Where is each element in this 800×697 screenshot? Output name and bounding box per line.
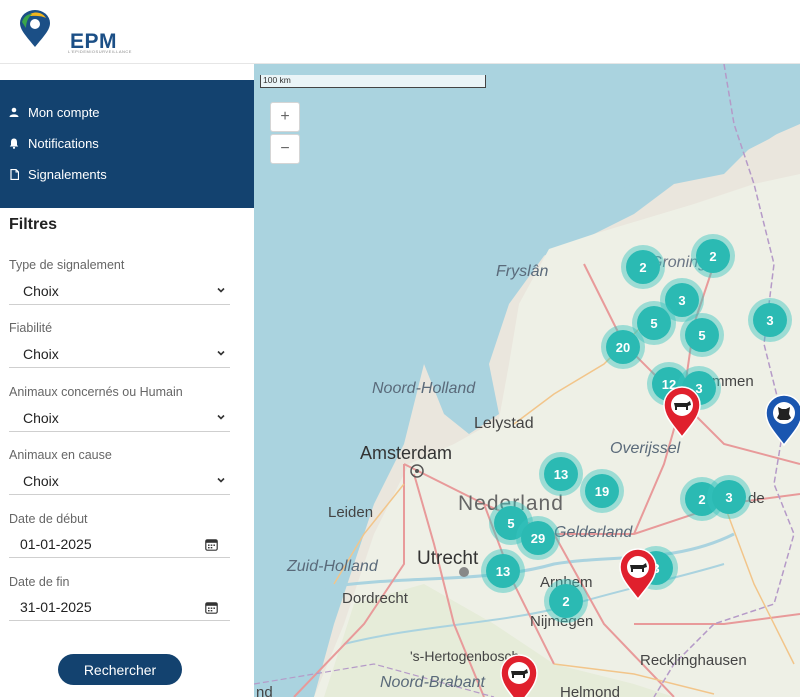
map-cluster[interactable]: 13 (539, 452, 583, 496)
cluster-count: 20 (606, 330, 640, 364)
bell-icon (8, 137, 20, 149)
date-debut-label: Date de début (9, 512, 88, 526)
select-value: Choix (23, 409, 59, 426)
nav-item-mon-compte[interactable]: Mon compte (8, 101, 100, 123)
date-value: 01-01-2025 (20, 535, 92, 552)
calendar-icon[interactable] (205, 538, 218, 551)
place-label-leiden: Leiden (328, 504, 374, 521)
animaux-concernes-label: Animaux concernés ou Humain (9, 385, 183, 399)
select-value: Choix (23, 345, 59, 362)
filters-title: Filtres (9, 216, 58, 233)
place-label-fryslan: Fryslân (496, 263, 549, 280)
place-label-utrecht: Utrecht (417, 548, 479, 569)
logo-pin-icon (20, 10, 50, 47)
place-label-nd: nd (256, 684, 273, 697)
fiabilite-label: Fiabilité (9, 321, 53, 335)
document-icon (8, 168, 20, 180)
place-label-noord-holland: Noord-Holland (372, 380, 476, 397)
map-view[interactable]: 100 km + − Fryslân Groningen Noord-Holla… (254, 64, 800, 697)
cluster-count: 2 (626, 250, 660, 284)
date-fin-input[interactable]: 31-01-2025 (9, 593, 230, 621)
place-label-recklinghausen: Recklinghausen (640, 652, 747, 669)
cluster-count: 13 (486, 554, 520, 588)
chevron-down-icon (217, 414, 225, 420)
cluster-count: 5 (685, 318, 719, 352)
type-signalement-select[interactable]: Choix (9, 277, 230, 305)
select-value: Choix (23, 282, 59, 299)
date-debut-input[interactable]: 01-01-2025 (9, 530, 230, 558)
cluster-count: 5 (637, 306, 671, 340)
map-cluster[interactable]: 20 (601, 325, 645, 369)
place-label-overijssel: Overijssel (610, 440, 681, 457)
nav-item-label: Signalements (28, 166, 107, 182)
zoom-in-button[interactable]: + (270, 102, 300, 132)
type-signalement-label: Type de signalement (9, 258, 125, 272)
nav-item-signalements[interactable]: Signalements (8, 163, 107, 185)
chevron-down-icon (217, 477, 225, 483)
app-header: EPM L'EPIDEMIOSURVEILLANCE (0, 0, 800, 64)
map-cluster[interactable]: 29 (516, 516, 560, 560)
cluster-count: 2 (549, 584, 583, 618)
place-label-gelderland: Gelderland (554, 524, 633, 541)
cluster-count: 3 (712, 480, 746, 514)
nav-item-label: Notifications (28, 135, 99, 151)
side-nav: Mon compte Notifications Signalements (0, 80, 254, 208)
select-value: Choix (23, 472, 59, 489)
map-cluster[interactable]: 19 (580, 469, 624, 513)
nav-item-label: Mon compte (28, 104, 100, 120)
user-icon (8, 106, 20, 118)
date-value: 31-01-2025 (20, 598, 92, 615)
map-cluster[interactable]: 3 (707, 475, 751, 519)
map-cluster[interactable]: 13 (481, 549, 525, 593)
logo-tagline: L'EPIDEMIOSURVEILLANCE (68, 49, 132, 54)
nav-item-notifications[interactable]: Notifications (8, 132, 99, 154)
filters-panel: Filtres Type de signalement Choix Fiabil… (0, 208, 254, 697)
map-cluster[interactable]: 2 (691, 234, 735, 278)
search-button[interactable]: Rechercher (58, 654, 182, 685)
place-label-zuid-holland: Zuid-Holland (287, 558, 378, 575)
map-scale: 100 km (260, 75, 486, 88)
cluster-count: 3 (753, 303, 787, 337)
animaux-concernes-select[interactable]: Choix (9, 404, 230, 432)
place-label-dordrecht: Dordrecht (342, 590, 408, 607)
chevron-down-icon (217, 350, 225, 356)
dog-icon[interactable] (764, 394, 800, 446)
place-label-helmond: Helmond (560, 684, 621, 697)
map-cluster[interactable]: 2 (621, 245, 665, 289)
map-cluster[interactable]: 5 (680, 313, 724, 357)
map-cluster[interactable]: 2 (544, 579, 588, 623)
cow-icon[interactable] (499, 654, 539, 697)
place-label-noord-brabant: Noord-Brabant (380, 674, 485, 691)
zoom-out-button[interactable]: − (270, 134, 300, 164)
place-label-amsterdam: Amsterdam (360, 443, 453, 463)
cluster-count: 2 (696, 239, 730, 273)
animaux-cause-select[interactable]: Choix (9, 467, 230, 495)
cluster-count: 13 (544, 457, 578, 491)
animaux-cause-label: Animaux en cause (9, 448, 112, 462)
cow-icon[interactable] (662, 386, 702, 438)
epm-logo[interactable]: EPM L'EPIDEMIOSURVEILLANCE (18, 10, 131, 54)
calendar-icon[interactable] (205, 601, 218, 614)
cluster-count: 29 (521, 521, 555, 555)
date-fin-label: Date de fin (9, 575, 70, 589)
fiabilite-select[interactable]: Choix (9, 340, 230, 368)
chevron-down-icon (217, 287, 225, 293)
cow-icon[interactable] (618, 548, 658, 600)
place-label-lelystad: Lelystad (474, 415, 534, 432)
map-cluster[interactable]: 3 (748, 298, 792, 342)
cluster-count: 19 (585, 474, 619, 508)
